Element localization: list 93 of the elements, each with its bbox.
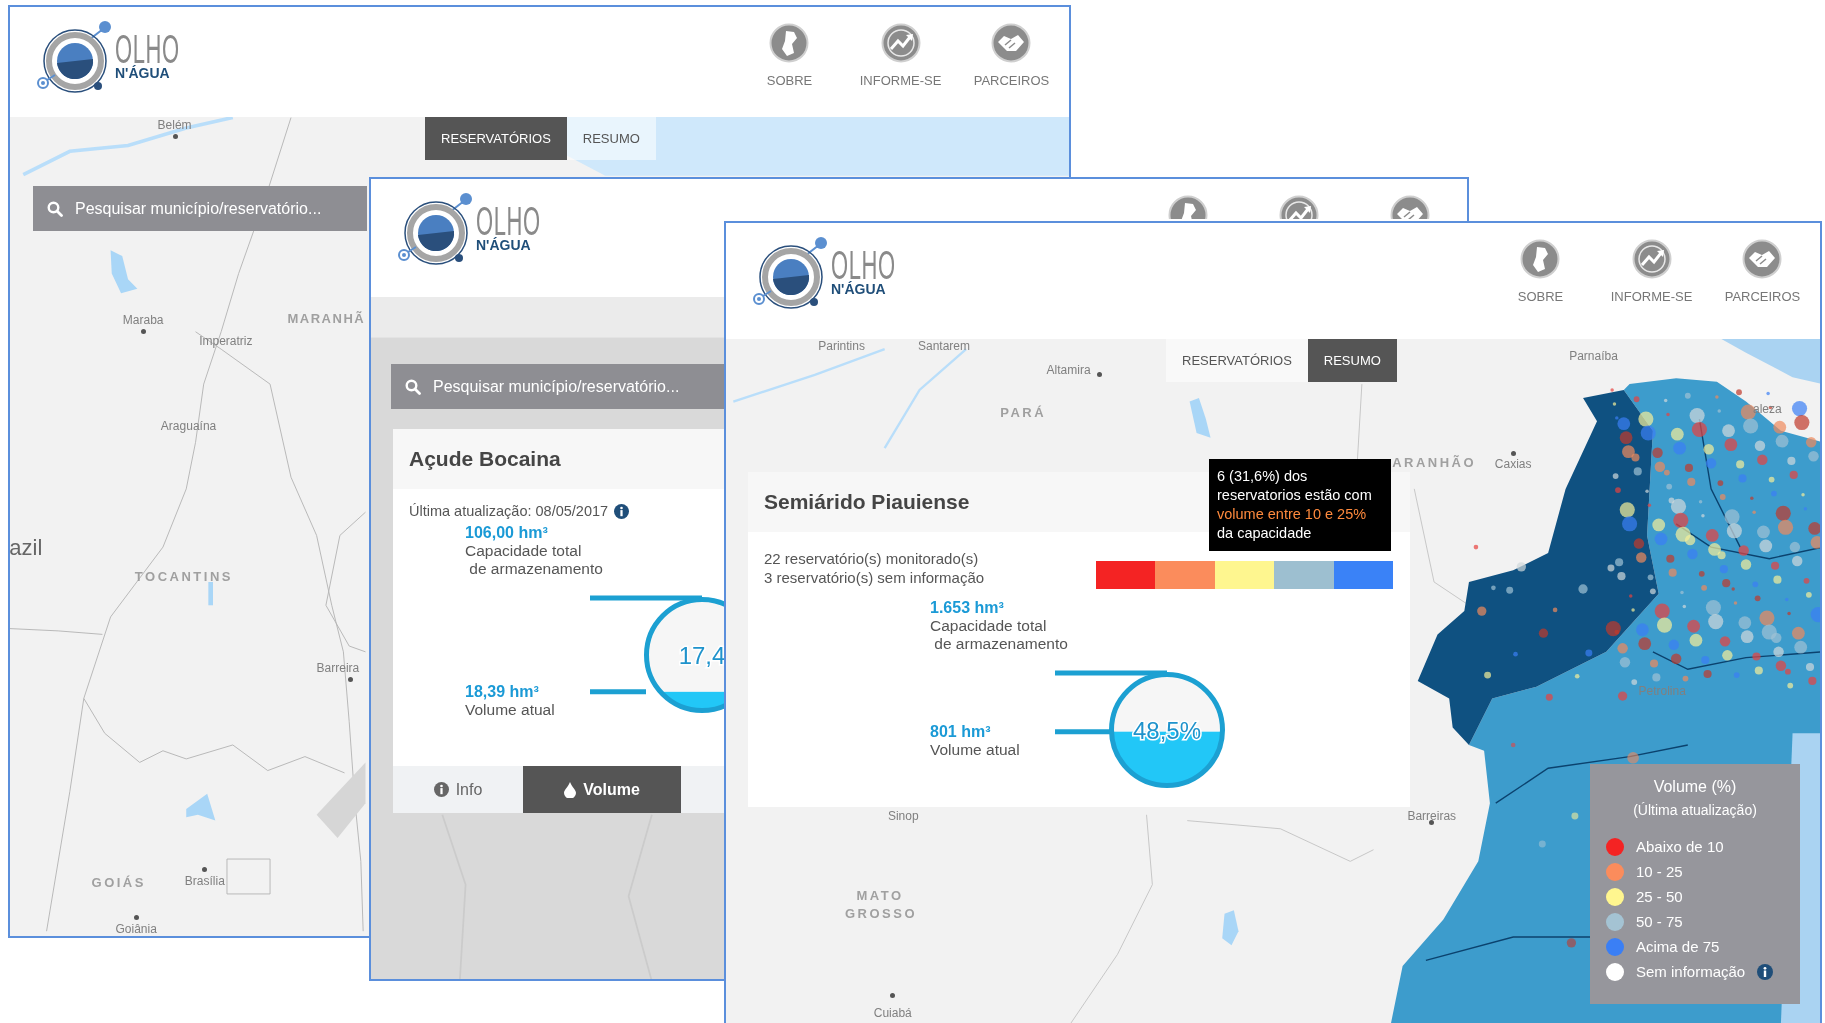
- update-date-text: Última atualização: 08/05/2017: [409, 503, 609, 519]
- map-label: MATO GROSSO: [844, 886, 915, 923]
- legend-label: 10 - 25: [1636, 863, 1683, 880]
- search-icon: [47, 200, 63, 217]
- card-tab[interactable]: Info: [393, 766, 523, 813]
- percent-value: 17,4: [678, 642, 726, 669]
- map-tab[interactable]: RESUMO: [566, 117, 656, 160]
- volume-value: 801 hm³: [930, 721, 991, 741]
- logo-icon: [396, 191, 474, 267]
- city-marker: [1429, 820, 1435, 826]
- map-label: Maraba: [122, 313, 164, 328]
- capacity-label: Capacidade total de armazenamento: [930, 617, 1068, 653]
- search-bar[interactable]: Pesquisar município/reservatório...: [33, 186, 367, 231]
- map-label: Araguaína: [160, 419, 217, 434]
- map-label: Belém: [157, 117, 192, 132]
- lake-shape: [1222, 910, 1239, 946]
- map-label: Petrolina: [1638, 684, 1686, 699]
- map-label: Santarem: [918, 338, 970, 353]
- map-label: ARANHÃO: [1392, 455, 1477, 471]
- map-label: Barreiras: [1407, 808, 1457, 823]
- map-label: GOIÁS: [91, 875, 146, 891]
- map-label: Parintins: [818, 338, 865, 353]
- logo-icon: [751, 235, 829, 311]
- map-label: Sinop: [887, 808, 919, 823]
- legend-label: 50 - 75: [1636, 913, 1683, 930]
- map-label: Goiânia: [115, 921, 157, 936]
- volume-value: 18,39 hm³: [465, 681, 539, 701]
- volume-label: Volume atual: [465, 700, 555, 719]
- city-marker: [890, 992, 896, 998]
- map-label: TOCANTINS: [134, 569, 233, 585]
- logo-subtitle: N'ÁGUA: [115, 65, 170, 81]
- search-input[interactable]: Pesquisar município/reservatório...: [75, 199, 353, 218]
- drop-icon: [564, 781, 577, 798]
- leader-line: [590, 689, 646, 695]
- nav-link[interactable]: INFORME-SE: [859, 23, 942, 88]
- tooltip: 6 (31,6%) dos reservatorios estão com volume entre 10 e 25% da capacidade: [1209, 459, 1391, 551]
- nav-link[interactable]: SOBRE: [1517, 239, 1564, 304]
- card-header: Açude Bocaina: [393, 429, 726, 489]
- capacity-value: 106,00 hm³: [465, 523, 548, 542]
- nav-link[interactable]: SOBRE: [766, 23, 813, 88]
- logo-subtitle: N'ÁGUA: [831, 281, 886, 297]
- map-label: PARÁ: [1000, 405, 1047, 421]
- map-label: Altamira: [1046, 363, 1091, 378]
- map-label: Parnaíba: [1569, 349, 1618, 364]
- city-marker: [1097, 372, 1103, 378]
- stat-text: 3 reservatório(s) sem informação: [764, 568, 985, 587]
- handshake-icon: [991, 23, 1032, 63]
- card-tab[interactable]: Volume: [523, 766, 681, 813]
- lake-shape: [208, 582, 213, 606]
- map-tab[interactable]: RESERVATÓRIOS: [425, 117, 567, 160]
- lake-shape: [110, 250, 138, 294]
- map-label: Caxias: [1494, 457, 1532, 472]
- info-icon: [433, 782, 449, 797]
- capacity-label: Capacidade total de armazenamento: [465, 542, 603, 578]
- search-icon: [405, 378, 421, 395]
- city-marker: [140, 329, 146, 335]
- map-label: Imperatriz: [199, 334, 253, 349]
- leader-line: [1055, 729, 1111, 735]
- legend-title: Volume (%): [1652, 778, 1738, 796]
- legend-label: Abaixo de 10: [1636, 838, 1724, 855]
- legend-subtitle: (Última atualização): [1632, 802, 1758, 818]
- stat-text: 22 reservatório(s) monitorado(s): [764, 549, 980, 568]
- city-marker: [347, 677, 353, 683]
- map-label: MARANHÃ: [287, 310, 366, 326]
- map-label: azil: [10, 535, 43, 562]
- search-bar[interactable]: Pesquisar município/reservatório...: [391, 364, 724, 409]
- legend-label: 25 - 50: [1636, 888, 1683, 905]
- map-label: Brasília: [184, 874, 225, 889]
- search-input[interactable]: Pesquisar município/reservatório...: [433, 377, 710, 396]
- city-marker: [133, 914, 139, 920]
- city-marker: [202, 867, 208, 872]
- lake-shape: [186, 793, 216, 821]
- map-icon: [769, 23, 810, 63]
- map-icon: [1520, 239, 1561, 279]
- legend-label: Sem informação: [1636, 963, 1746, 980]
- nav-link[interactable]: PARCEIROS: [1724, 239, 1801, 304]
- handshake-icon: [1742, 239, 1783, 279]
- map-tab[interactable]: RESERVATÓRIOS: [1166, 339, 1308, 382]
- map-label: Barreira: [316, 661, 360, 676]
- info-icon[interactable]: [1757, 963, 1774, 980]
- lake-shape: [1189, 398, 1211, 438]
- legend-label: Acima de 75: [1636, 938, 1720, 955]
- map-tab[interactable]: RESUMO: [1307, 339, 1397, 382]
- nav-link[interactable]: PARCEIROS: [973, 23, 1050, 88]
- map-label: Cuiabá: [873, 1005, 912, 1020]
- nav-link[interactable]: INFORME-SE: [1610, 239, 1693, 304]
- capacity-value: 1.653 hm³: [930, 598, 1004, 617]
- logo-subtitle: N'ÁGUA: [476, 237, 531, 253]
- info-icon[interactable]: [614, 503, 630, 519]
- volume-label: Volume atual: [930, 740, 1020, 759]
- city-marker: [173, 133, 179, 139]
- logo-icon: [35, 19, 113, 95]
- city-marker: [1510, 451, 1516, 457]
